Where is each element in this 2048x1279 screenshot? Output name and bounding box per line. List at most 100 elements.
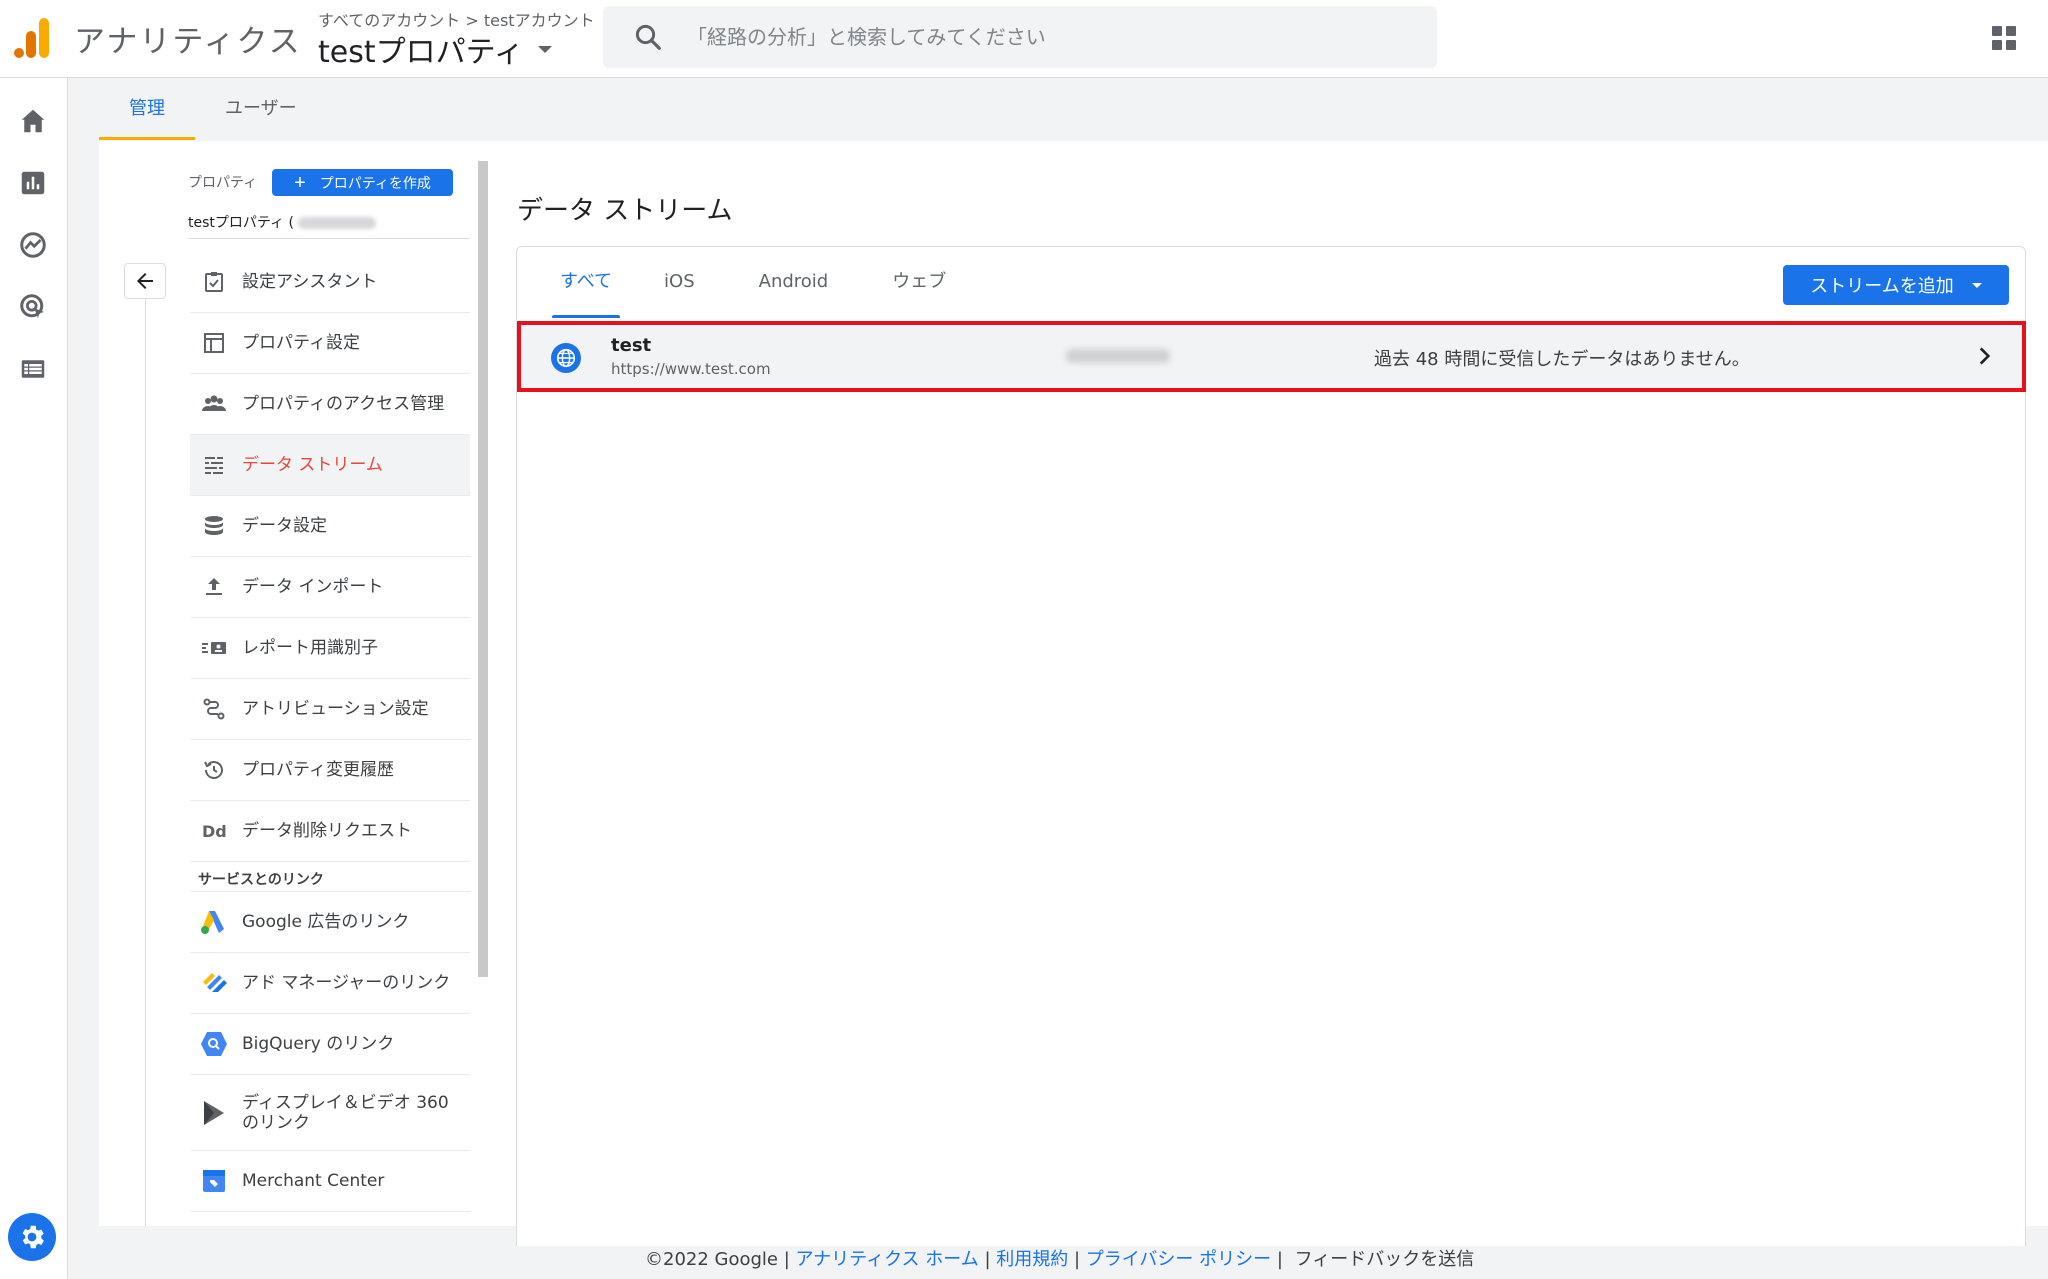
svg-text:Dd: Dd: [202, 822, 227, 841]
nav-item-ad-manager-links[interactable]: アド マネージャーのリンク: [190, 953, 470, 1014]
nav-item-attribution-settings[interactable]: アトリビューション設定: [190, 679, 470, 740]
nav-item-data-import[interactable]: データ インポート: [190, 557, 470, 618]
nav-item-data-deletion[interactable]: Dd データ削除リクエスト: [190, 801, 470, 862]
create-property-button[interactable]: + プロパティを作成: [272, 169, 453, 196]
tab-user[interactable]: ユーザー: [195, 88, 327, 140]
add-stream-button[interactable]: ストリームを追加: [1783, 265, 2009, 305]
stream-url: https://www.test.com: [611, 360, 771, 378]
nav-label: データ削除リクエスト: [242, 821, 412, 841]
configure-list-icon[interactable]: [18, 354, 48, 384]
arrow-left-icon: [137, 273, 153, 289]
page-title: データ ストリーム: [517, 196, 733, 226]
nav-item-google-ads-links[interactable]: Google 広告のリンク: [190, 892, 470, 953]
layout-icon: [200, 329, 228, 357]
footer-copyright: ©2022 Google: [645, 1249, 779, 1270]
nav-label: BigQuery のリンク: [242, 1034, 395, 1054]
nav-item-dv360-links[interactable]: ディスプレイ＆ビデオ 360 のリンク: [190, 1075, 470, 1151]
add-stream-label: ストリームを追加: [1810, 276, 1954, 297]
nav-label: プロパティ変更履歴: [242, 760, 394, 780]
nav-label: データ ストリーム: [242, 455, 383, 475]
app-title: アナリティクス: [74, 24, 302, 60]
divider: [188, 238, 470, 239]
home-icon[interactable]: [18, 106, 48, 136]
footer-link-terms[interactable]: 利用規約: [996, 1249, 1068, 1270]
database-icon: [200, 512, 228, 540]
dv360-icon: [200, 1099, 228, 1127]
admin-tabs: 管理 ユーザー: [99, 88, 327, 140]
section-product-links: サービスとのリンク: [190, 862, 470, 892]
nav-item-merchant-center[interactable]: Merchant Center: [190, 1151, 470, 1212]
merchant-center-icon: [200, 1167, 228, 1195]
admin-gear-icon[interactable]: [8, 1213, 56, 1261]
globe-icon: [551, 343, 581, 373]
nav-label: Google 広告のリンク: [242, 912, 410, 932]
tree-line: [145, 299, 146, 1226]
nav-label: アド マネージャーのリンク: [242, 973, 451, 993]
streams-card: [516, 246, 2026, 1246]
stream-row[interactable]: test https://www.test.com 過去 48 時間に受信したデ…: [517, 321, 2026, 392]
nav-item-property-settings[interactable]: プロパティ設定: [190, 313, 470, 374]
nav-item-setup-assistant[interactable]: 設定アシスタント: [190, 252, 470, 313]
advertising-icon[interactable]: [18, 292, 48, 322]
property-name: testプロパティ (: [188, 212, 376, 232]
top-app-bar: アナリティクス すべてのアカウント > testアカウント testプロパティ: [0, 0, 2048, 78]
nav-item-bigquery-links[interactable]: BigQuery のリンク: [190, 1014, 470, 1075]
tab-web[interactable]: ウェブ: [854, 262, 972, 318]
nav-item-data-settings[interactable]: データ設定: [190, 496, 470, 557]
caret-down-icon: [537, 45, 552, 53]
search-bar[interactable]: [603, 6, 1437, 68]
streams-icon: [200, 451, 228, 479]
search-input[interactable]: [687, 25, 1387, 49]
apps-grid-icon[interactable]: [1992, 26, 2016, 50]
explore-icon[interactable]: [18, 230, 48, 260]
nav-label: プロパティ設定: [242, 333, 360, 353]
footer-feedback[interactable]: フィードバックを送信: [1295, 1249, 1475, 1270]
reports-icon[interactable]: [18, 168, 48, 198]
footer-sep: |: [1271, 1249, 1289, 1270]
redacted-property-id: [297, 217, 376, 229]
ad-manager-icon: [200, 969, 228, 997]
stream-name: test: [611, 335, 652, 356]
nav-item-change-history[interactable]: プロパティ変更履歴: [190, 740, 470, 801]
scrollbar[interactable]: [478, 161, 488, 977]
upload-icon: [200, 573, 228, 601]
tab-ios[interactable]: iOS: [638, 262, 721, 318]
nav-item-reporting-identity[interactable]: レポート用識別子: [190, 618, 470, 679]
footer-link-privacy[interactable]: プライバシー ポリシー: [1086, 1249, 1271, 1270]
nav-item-access-management[interactable]: プロパティのアクセス管理: [190, 374, 470, 435]
chevron-right-icon: [1979, 347, 1991, 365]
property-selector[interactable]: testプロパティ: [318, 27, 552, 71]
property-name-text: testプロパティ (: [188, 215, 294, 231]
plus-icon: +: [294, 171, 306, 194]
property-nav: 設定アシスタント プロパティ設定 プロパティのアクセス管理 データ ストリーム …: [190, 252, 470, 1212]
nav-label: ディスプレイ＆ビデオ 360 のリンク: [242, 1092, 449, 1133]
clipboard-check-icon: [200, 268, 228, 296]
nav-label: 設定アシスタント: [242, 272, 378, 292]
nav-label: データ インポート: [242, 577, 384, 597]
nav-label: Merchant Center: [242, 1171, 385, 1191]
analytics-logo-icon[interactable]: [14, 18, 50, 58]
gear-icon: [22, 1225, 44, 1249]
attribution-icon: [200, 695, 228, 723]
nav-label: データ設定: [242, 516, 327, 536]
property-label: プロパティ: [188, 175, 258, 191]
nav-item-data-streams[interactable]: データ ストリーム: [190, 435, 470, 496]
bigquery-icon: [200, 1030, 228, 1058]
dd-icon: Dd: [200, 817, 228, 845]
left-nav-rail: [0, 78, 68, 1279]
footer-link-analytics-home[interactable]: アナリティクス ホーム: [796, 1249, 979, 1270]
footer-sep: |: [778, 1249, 796, 1270]
back-button[interactable]: [124, 263, 166, 299]
property-title: testプロパティ: [318, 35, 524, 70]
create-property-label: プロパティを作成: [319, 174, 431, 191]
history-icon: [200, 756, 228, 784]
nav-label: アトリビューション設定: [242, 699, 429, 719]
stream-filter-tabs: すべて iOS Android ウェブ: [534, 262, 972, 318]
tab-admin[interactable]: 管理: [99, 88, 195, 140]
tab-android[interactable]: Android: [721, 262, 855, 318]
footer-sep: |: [1068, 1249, 1086, 1270]
tab-all[interactable]: すべて: [534, 262, 638, 318]
nav-label: プロパティのアクセス管理: [242, 394, 445, 414]
caret-down-icon: [1971, 282, 1982, 288]
google-ads-icon: [200, 908, 228, 936]
